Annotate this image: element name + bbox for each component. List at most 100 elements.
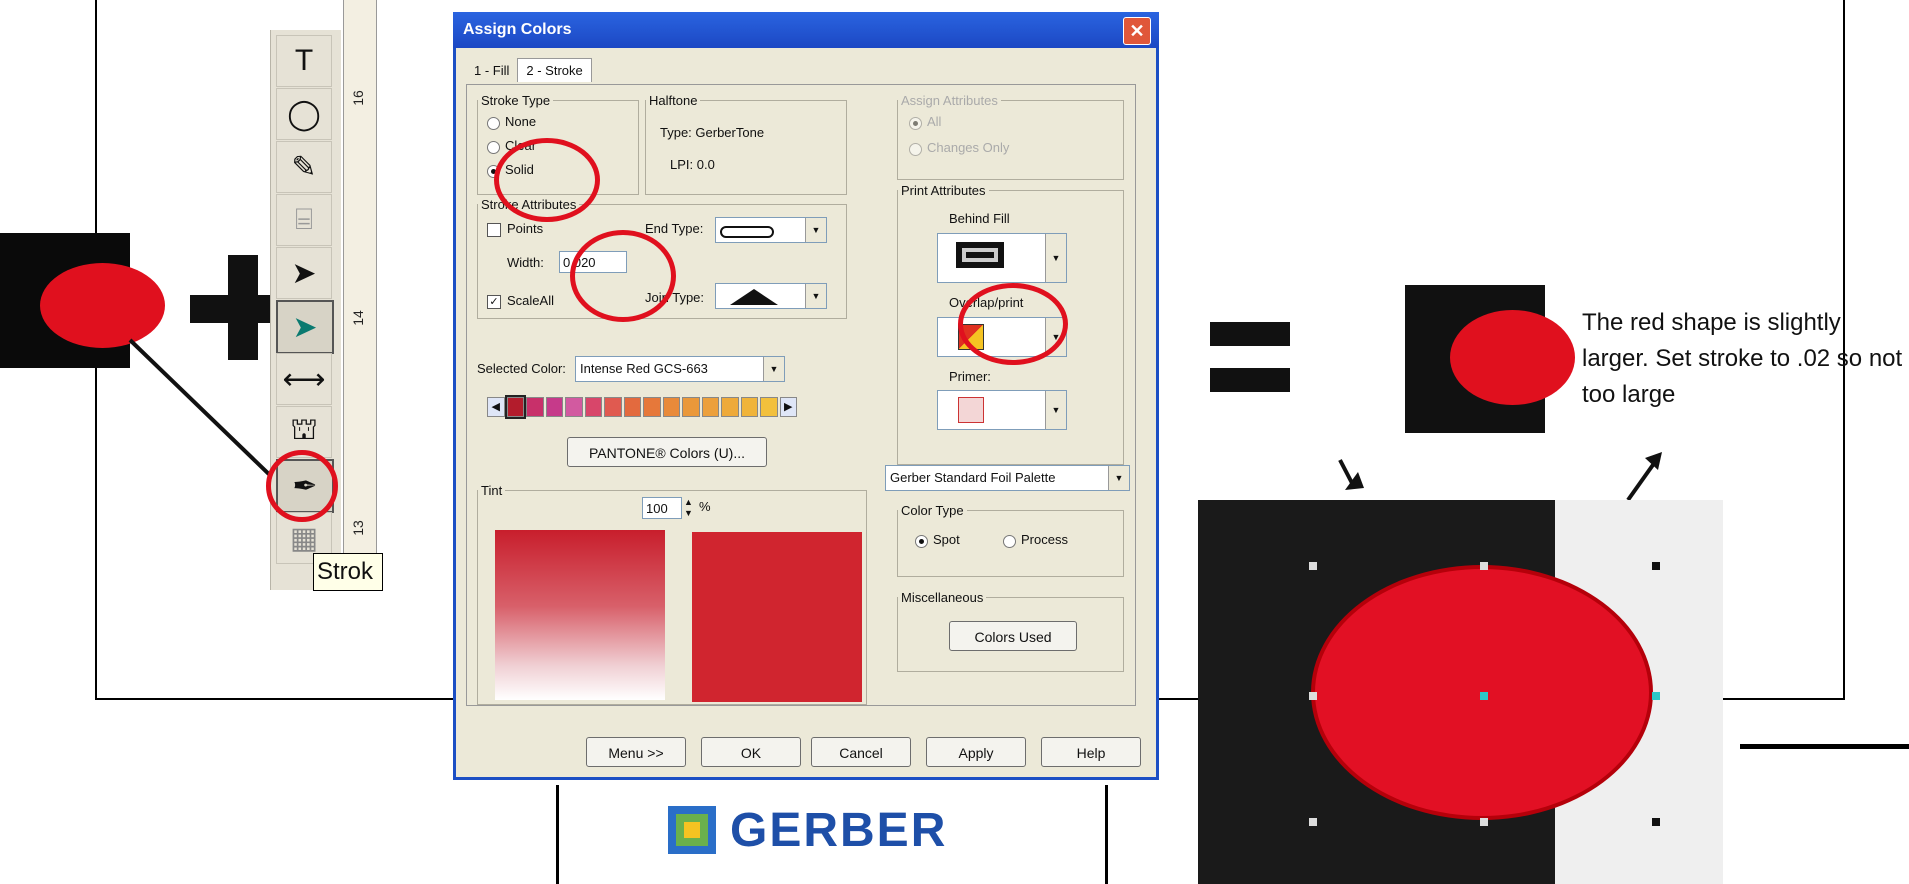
close-icon[interactable]: ✕ <box>1123 17 1151 45</box>
join-type-select[interactable]: ▼ <box>715 283 827 309</box>
tab-stroke[interactable]: 2 - Stroke <box>517 58 592 82</box>
swatch[interactable] <box>604 397 622 417</box>
center-handle[interactable] <box>1480 692 1488 700</box>
result-red-shape <box>1450 310 1575 405</box>
ellipse-tool-icon[interactable]: ◯ <box>276 88 332 140</box>
menu-button[interactable]: Menu >> <box>586 737 686 767</box>
chevron-down-icon: ▼ <box>805 218 826 242</box>
tint-stepper-icon[interactable]: ▲ ▼ <box>684 497 693 519</box>
pattern-tool-glyph: ▦ <box>289 521 319 555</box>
palette-select[interactable]: Gerber Standard Foil Palette ▼ <box>885 465 1130 491</box>
assign-all-radio[interactable] <box>909 117 922 130</box>
end-type-select[interactable]: ▼ <box>715 217 827 243</box>
pantone-colors-button[interactable]: PANTONE® Colors (U)... <box>567 437 767 467</box>
stroke-type-legend: Stroke Type <box>481 93 551 108</box>
color-type-process-radio[interactable] <box>1003 535 1016 548</box>
assign-colors-dialog: Assign Colors ✕ 1 - Fill 2 - Stroke Strok… <box>453 12 1159 780</box>
selection-handle[interactable] <box>1480 818 1488 826</box>
help-button[interactable]: Help <box>1041 737 1141 767</box>
swatch[interactable] <box>643 397 661 417</box>
dialog-titlebar[interactable]: Assign Colors ✕ <box>453 12 1159 48</box>
selected-color-select[interactable]: Intense Red GCS-663 ▼ <box>575 356 785 382</box>
pencil-tool-icon[interactable]: ✎ <box>276 141 332 193</box>
stroke-type-none-label: None <box>505 114 537 129</box>
node-edit-tool-icon[interactable]: ➤ <box>276 300 334 354</box>
selection-handle[interactable] <box>1652 818 1660 826</box>
swatch[interactable] <box>584 397 602 417</box>
swatch[interactable] <box>504 395 526 419</box>
points-label: Points <box>507 221 544 236</box>
swatch[interactable] <box>662 397 680 417</box>
assign-changes-only-label: Changes Only <box>927 140 1010 155</box>
dimension-tool-icon[interactable]: ⟷ <box>276 353 332 405</box>
assign-attributes-group: Assign Attributes <box>897 93 1124 180</box>
scale-all-label: ScaleAll <box>507 293 554 308</box>
behind-fill-preview <box>956 242 1004 268</box>
primer-select[interactable]: ▼ <box>937 390 1067 430</box>
tint-gradient-picker[interactable] <box>495 530 665 700</box>
fill-bucket-tool-glyph: ⛫ <box>290 413 318 446</box>
chevron-down-icon: ▼ <box>1045 391 1066 429</box>
halftone-legend: Halftone <box>649 93 698 108</box>
selection-handle[interactable] <box>1309 562 1317 570</box>
halftone-lpi: LPI: 0.0 <box>670 157 715 172</box>
pencil-tool-glyph: ✎ <box>291 150 317 184</box>
swatch[interactable] <box>721 397 739 417</box>
swatch[interactable] <box>701 397 719 417</box>
swatch[interactable] <box>565 397 583 417</box>
assign-changes-only-radio[interactable] <box>909 143 922 156</box>
stroke-type-clear-radio[interactable] <box>487 141 500 154</box>
tint-value: 100 <box>646 501 668 516</box>
chevron-down-icon: ▼ <box>1108 466 1129 490</box>
swatch[interactable] <box>760 397 778 417</box>
selection-handle[interactable] <box>1309 818 1317 826</box>
ruler-label-13: 13 <box>349 520 366 536</box>
chevron-down-icon: ▼ <box>763 357 784 381</box>
stroke-type-none-radio[interactable] <box>487 117 500 130</box>
colors-used-button[interactable]: Colors Used <box>949 621 1077 651</box>
apply-button[interactable]: Apply <box>926 737 1026 767</box>
color-swatch-strip[interactable]: ◀ ▶ <box>487 395 797 419</box>
gerber-logo-mark-icon <box>668 806 716 854</box>
swatch[interactable] <box>623 397 641 417</box>
color-type-spot-label: Spot <box>933 532 960 547</box>
plotter-tool-icon[interactable]: ⌸ <box>276 194 332 246</box>
tab-fill[interactable]: 1 - Fill <box>466 59 517 82</box>
dialog-title: Assign Colors <box>463 21 572 38</box>
highlight-solid-option <box>494 138 600 222</box>
pointer-tool-icon[interactable]: ➤ <box>276 247 332 299</box>
text-tool-icon[interactable]: T <box>276 35 332 87</box>
behind-fill-select[interactable]: ▼ <box>937 233 1067 283</box>
scroll-right-icon[interactable]: ▶ <box>779 397 797 417</box>
dialog-tabs: 1 - Fill 2 - Stroke <box>466 58 592 84</box>
tint-input[interactable]: 100 <box>642 497 682 519</box>
annotation-note: The red shape is slightly larger. Set st… <box>1582 309 1903 408</box>
scale-all-checkbox[interactable]: ✓ <box>487 295 501 309</box>
equals-sign-bottom <box>1210 368 1290 392</box>
vertical-ruler: 16 14 13 <box>343 0 377 590</box>
cancel-button[interactable]: Cancel <box>811 737 911 767</box>
swatch[interactable] <box>526 397 544 417</box>
chevron-down-icon: ▼ <box>805 284 826 308</box>
end-type-label: End Type: <box>645 221 704 236</box>
selection-handle[interactable] <box>1652 692 1660 700</box>
dimension-tool-glyph: ⟷ <box>282 362 326 396</box>
swatch[interactable] <box>740 397 758 417</box>
highlight-overlap-print <box>958 283 1068 365</box>
selection-handle[interactable] <box>1309 692 1317 700</box>
swatch[interactable] <box>545 397 563 417</box>
node-edit-tool-glyph: ➤ <box>292 310 318 344</box>
palette-value: Gerber Standard Foil Palette <box>890 470 1056 485</box>
stroke-tooltip: Strok <box>313 553 383 591</box>
highlight-stroke-tool <box>266 450 338 522</box>
ok-button[interactable]: OK <box>701 737 801 767</box>
color-type-spot-radio[interactable] <box>915 535 928 548</box>
selection-handle[interactable] <box>1652 562 1660 570</box>
scroll-left-icon[interactable]: ◀ <box>487 397 505 417</box>
ellipse-tool-glyph: ◯ <box>287 97 321 131</box>
width-label: Width: <box>507 255 544 270</box>
swatch[interactable] <box>682 397 700 417</box>
ruler-label-14: 14 <box>349 310 366 326</box>
selection-handle[interactable] <box>1480 562 1488 570</box>
points-checkbox[interactable] <box>487 223 501 237</box>
